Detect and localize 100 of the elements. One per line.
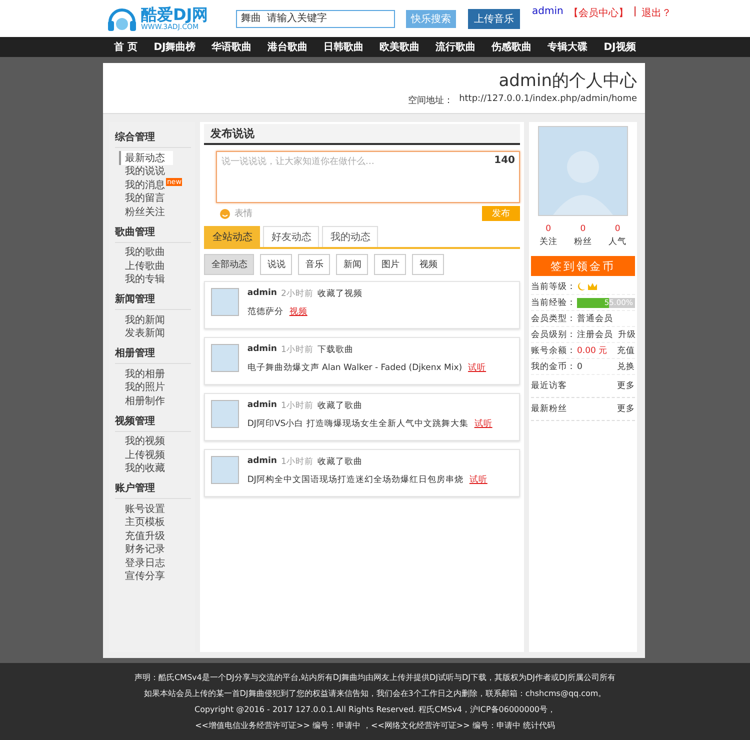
sidebar-heading: 账户管理 <box>115 481 192 499</box>
post-link[interactable]: 试听 <box>474 418 492 430</box>
post-placeholder: 说一说说说，让大家知道你在做什么… <box>221 156 374 169</box>
info-action-link[interactable]: 充值 <box>613 344 635 356</box>
filter-button[interactable]: 图片 <box>374 254 406 275</box>
filter-button[interactable]: 全部动态 <box>204 254 254 275</box>
member-center-link[interactable]: 【会员中心】 <box>568 6 628 20</box>
stat-label: 粉丝 <box>574 236 592 248</box>
post-time: 1小时前 <box>281 344 314 356</box>
filter-button[interactable]: 视频 <box>412 254 444 275</box>
more-link[interactable]: 更多 <box>617 403 635 415</box>
footer-text: Copyright @2016 - 2017 127.0.0.1.All Rights Reserved. 程氏CMSv4，沪ICP备06000000号， <box>194 704 556 715</box>
post-time: 2小时前 <box>281 288 314 300</box>
filter-button[interactable]: 新闻 <box>336 254 368 275</box>
sidebar-item[interactable]: 登录日志 <box>125 556 165 570</box>
exp-label: 当前经验： <box>531 296 576 308</box>
sidebar-item[interactable]: 我的视频 <box>125 434 165 448</box>
page-title: admin的个人中心 <box>498 70 637 92</box>
sidebar-item[interactable]: 我的相册 <box>125 366 165 381</box>
nav-link[interactable]: 欧美歌曲 <box>380 40 420 54</box>
sidebar-item[interactable]: 我的收藏 <box>125 461 165 476</box>
info-action-link[interactable]: 升级 <box>614 328 636 340</box>
feed-tab[interactable]: 我的动态 <box>322 226 378 247</box>
nav-link[interactable]: 日韩歌曲 <box>324 40 364 54</box>
nav-link[interactable]: 伤感歌曲 <box>492 40 532 54</box>
stat-count: 0 <box>580 224 586 234</box>
sidebar-item[interactable]: 充值升级 <box>125 528 165 543</box>
nav-link[interactable]: DJ舞曲榜 <box>154 40 196 54</box>
info-label: 会员级别： <box>531 328 576 340</box>
sidebar-item[interactable]: 账号设置 <box>125 502 165 516</box>
feed-tab[interactable]: 全站动态 <box>204 226 260 247</box>
sidebar-item[interactable]: 最新动态 <box>119 150 173 165</box>
post-link[interactable]: 试听 <box>468 362 486 374</box>
post-link[interactable]: 视频 <box>289 306 308 318</box>
sidebar-item[interactable]: 我的新闻 <box>125 312 165 327</box>
stat-label: 关注 <box>539 236 558 248</box>
char-counter: 140 <box>494 155 515 168</box>
sidebar-item[interactable]: 财务记录 <box>125 542 165 556</box>
sidebar-heading: 相册管理 <box>115 346 192 364</box>
username[interactable]: admin <box>247 400 277 412</box>
post-text: DJ阿构全中文国语现场打造迷幻全场劲爆红日包房串烧 <box>247 474 464 486</box>
post-link[interactable]: 试听 <box>469 474 488 486</box>
sidebar-item[interactable]: 上传视频 <box>125 448 165 462</box>
sidebar-item[interactable]: 粉丝关注 <box>125 204 165 219</box>
nav-link[interactable]: 首 页 <box>114 40 138 54</box>
sidebar-item[interactable]: 相册制作 <box>125 394 165 408</box>
sidebar-item[interactable]: 我的歌曲 <box>125 245 165 260</box>
logout-link[interactable]: 退出？ <box>642 6 672 20</box>
space-label: 空间地址： <box>408 94 454 107</box>
post-text: 电子舞曲劲爆文声 Alan Walker - Faded (Djkenx Mix) <box>247 362 462 374</box>
nav-link[interactable]: 专辑大碟 <box>548 40 588 54</box>
section-title: 发布说说 <box>204 124 520 145</box>
avatar-placeholder <box>211 288 240 316</box>
sidebar-item[interactable]: 我的消息 <box>125 178 165 192</box>
upload-button[interactable]: 上传音乐 <box>468 8 520 28</box>
sidebar-heading: 新闻管理 <box>115 292 192 310</box>
sidebar-heading: 视频管理 <box>115 414 192 432</box>
space-url-link[interactable]: http://127.0.0.1/index.php/admin/home <box>459 94 637 107</box>
feed-tab[interactable]: 好友动态 <box>263 226 320 247</box>
nav-link[interactable]: 华语歌曲 <box>212 40 252 54</box>
sidebar-heading: 综合管理 <box>115 130 192 148</box>
info-label: 账号余额： <box>531 344 576 356</box>
sidebar-item[interactable]: 我的留言 <box>125 191 165 206</box>
post-text: DJ阿印VS小白 打造嗨爆现场女生全新人气中文跳舞大集 <box>247 418 468 430</box>
smiley-icon[interactable] <box>220 208 230 218</box>
post-time: 1小时前 <box>281 456 314 468</box>
sidebar-item[interactable]: 我的照片 <box>125 380 165 394</box>
footer-text: <<增值电信业务经营许可证>> 编号：申请中 ，<<网络文化经营许可证>> 编号：申请中 统计代码 <box>195 720 555 731</box>
info-action-link[interactable]: 兑换 <box>613 360 635 372</box>
username[interactable]: admin <box>247 288 277 300</box>
nav-link[interactable]: 流行歌曲 <box>436 40 476 54</box>
nav-link[interactable]: 港台歌曲 <box>268 40 308 54</box>
username[interactable]: admin <box>247 456 277 468</box>
footer-text: 如果本站会员上传的某一首DJ舞曲侵犯到了您的权益请来信告知，我们会在3个工作日之内删除，联系邮箱：chshcms@qq.com。 <box>144 688 606 699</box>
sidebar-item[interactable]: 宣传分享 <box>125 569 165 584</box>
filter-button[interactable]: 音乐 <box>298 254 330 275</box>
post-action: 收藏了视频 <box>317 288 362 300</box>
info-label: 会员类型： <box>531 312 576 324</box>
username[interactable]: admin <box>247 344 277 356</box>
post-textarea[interactable]: 说一说说说，让大家知道你在做什么… 140 <box>216 151 520 203</box>
info-value: 注册会员 <box>577 328 613 340</box>
stat-count: 0 <box>614 224 620 234</box>
sidebar-item[interactable]: 我的说说 <box>125 164 165 178</box>
user-link[interactable]: admin <box>532 6 564 20</box>
info-value: 0 <box>577 362 582 372</box>
nav-link[interactable]: DJ视频 <box>604 40 636 54</box>
footer-text: 声明：酷氏CMSv4是一个DJ分享与交流的平台,站内所有DJ舞曲均由网友上传并提供DJ试听与DJ下载，其版权为DJ作者或DJ所属公司所有 <box>134 672 616 683</box>
level-label: 当前等级： <box>531 280 576 292</box>
sidebar-item[interactable]: 主页模板 <box>125 515 165 530</box>
post-text: 范德萨分 <box>247 306 284 318</box>
sidebar-item[interactable]: 发表新闻 <box>125 326 165 340</box>
sidebar-heading: 歌曲管理 <box>115 224 192 242</box>
more-link[interactable]: 更多 <box>617 380 635 392</box>
post-action: 下载歌曲 <box>317 344 354 356</box>
sidebar-item[interactable]: 我的专辑 <box>125 272 165 286</box>
filter-button[interactable]: 说说 <box>260 254 292 275</box>
post-action: 收藏了歌曲 <box>317 456 362 468</box>
sidebar-item[interactable]: 上传歌曲 <box>125 258 165 273</box>
avatar-placeholder <box>211 456 240 484</box>
section-heading: 最新粉丝 <box>531 403 567 415</box>
